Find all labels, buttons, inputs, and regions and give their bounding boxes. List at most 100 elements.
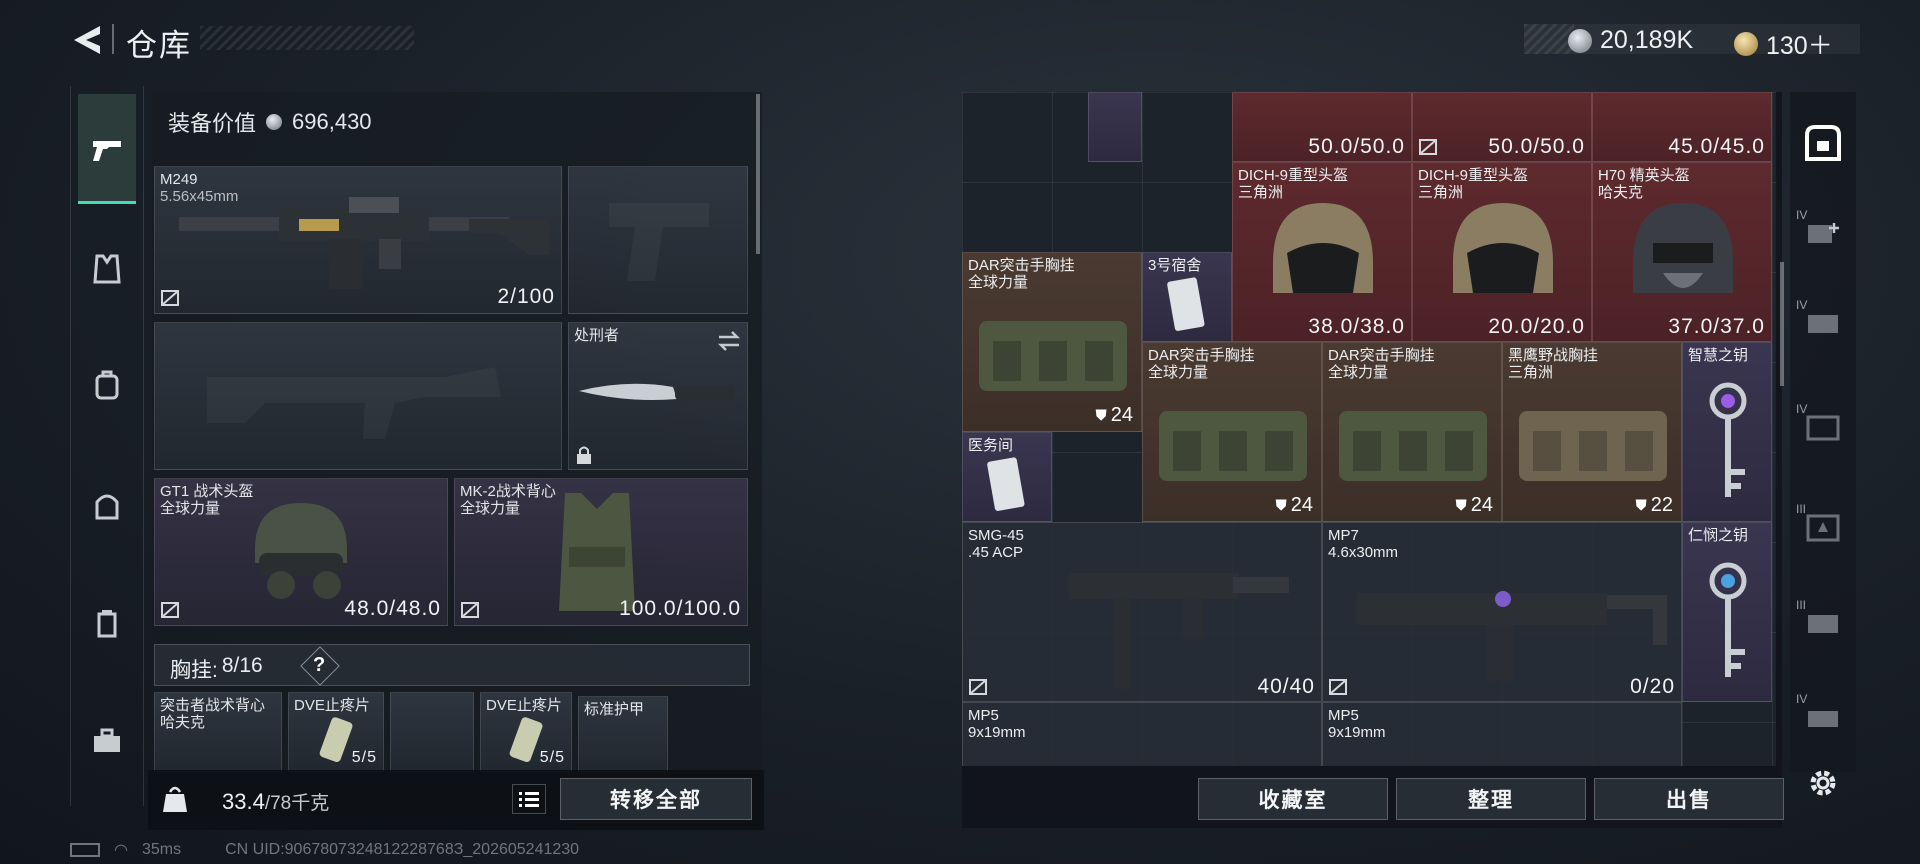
- weight-current: 33.4: [222, 789, 265, 814]
- storage-tab-6[interactable]: IV: [1796, 690, 1850, 744]
- storage-item-helmet[interactable]: 50.0/50.0: [1412, 92, 1592, 162]
- battery-icon: [70, 843, 100, 857]
- tab-tier: IV: [1796, 692, 1808, 706]
- ammo-case-icon: [1808, 615, 1838, 633]
- no-insurance-icon: [969, 679, 987, 695]
- rig-item-painkiller[interactable]: DVE止疼片 5/5: [288, 692, 384, 772]
- storage-item-helmet[interactable]: 50.0/50.0: [1232, 92, 1412, 162]
- swap-icon[interactable]: [717, 331, 741, 351]
- status-bar: ◠ 35ms CN UID:9067807324812228768З_20260…: [70, 840, 579, 860]
- sell-button[interactable]: 出售: [1594, 778, 1784, 820]
- item-name: DICH-9重型头盔: [1238, 167, 1349, 184]
- storage-item-smg[interactable]: MP5 9x19mm: [962, 702, 1322, 766]
- transfer-all-button[interactable]: 转移全部: [560, 778, 752, 820]
- rig-item-name: DVE止疼片: [294, 697, 370, 714]
- nav-tab-backpack[interactable]: [90, 368, 124, 402]
- key-image: [1709, 562, 1747, 677]
- armor-slot[interactable]: MK-2战术背心 全球力量 100.0/100.0: [454, 478, 748, 626]
- item-name: DAR突击手胸挂: [968, 257, 1075, 274]
- storage-tab-1[interactable]: IV: [1796, 206, 1850, 260]
- tab-tier: IV: [1796, 298, 1808, 312]
- storage-item-keycard[interactable]: 医务间: [962, 432, 1052, 522]
- silver-currency[interactable]: 20,189K: [1568, 26, 1693, 55]
- gold-currency[interactable]: 130＋: [1734, 26, 1833, 62]
- pistol-slot[interactable]: [568, 166, 748, 314]
- nav-tab-consumables[interactable]: [90, 606, 124, 640]
- armor-faction: 全球力量: [460, 500, 521, 517]
- storage-item-key[interactable]: 仁悯之钥: [1682, 522, 1772, 702]
- helmet-name: GT1 战术头盔: [160, 483, 254, 500]
- storage-item-chest-rig[interactable]: DAR突击手胸挂 全球力量 ⛊ 24: [1142, 342, 1322, 522]
- armor-class-icon: ⛊: [1095, 407, 1107, 424]
- storage-item-helmet[interactable]: DICH-9重型头盔 三角洲 38.0/38.0: [1232, 162, 1412, 342]
- storage-item-key[interactable]: [1088, 92, 1142, 162]
- item-tier-value: 24: [1110, 404, 1133, 426]
- helmet-faction: 全球力量: [160, 500, 221, 517]
- helmet-slot[interactable]: GT1 战术头盔 全球力量 48.0/48.0: [154, 478, 448, 626]
- nav-tab-bags[interactable]: [90, 488, 124, 522]
- settings-button[interactable]: [1796, 756, 1850, 810]
- backpack-icon: [95, 370, 119, 400]
- storage-tab-main[interactable]: [1796, 116, 1850, 170]
- toolbox-icon: [94, 728, 120, 752]
- storage-item-smg[interactable]: MP7 4.6x30mm 0/20: [1322, 522, 1682, 702]
- item-name: MP5: [968, 707, 999, 724]
- equipment-value: 装备价值 696,430: [168, 106, 372, 138]
- chest-rig-capacity: 8/16: [221, 654, 263, 677]
- silver-coin-icon: [1568, 28, 1592, 53]
- item-tier: ⛊ 24: [1275, 494, 1313, 517]
- storage-item-helmet[interactable]: H70 精英头盔 哈夫克 37.0/37.0: [1592, 162, 1772, 342]
- item-name: 医务间: [968, 437, 1014, 454]
- pistol-icon: [90, 132, 124, 166]
- melee-name: 处刑者: [574, 327, 620, 344]
- title-divider: [112, 24, 114, 54]
- rig-item-vest[interactable]: 突击者战术背心 哈夫克: [154, 692, 282, 772]
- item-label: SMG-45.45 ACP: [968, 527, 1024, 561]
- storage-tab-3[interactable]: IV: [1796, 400, 1850, 454]
- item-label: 黑鹰野战胸挂 三角洲: [1508, 347, 1598, 381]
- equipment-scrollbar[interactable]: [756, 94, 760, 254]
- gold-amount: 130＋: [1766, 32, 1833, 60]
- storage-item-helmet[interactable]: 45.0/45.0: [1592, 92, 1772, 162]
- storage-item-key[interactable]: 智慧之钥: [1682, 342, 1772, 522]
- sort-button[interactable]: 整理: [1396, 778, 1586, 820]
- storage-item-chest-rig[interactable]: 黑鹰野战胸挂 三角洲 ⛊ 22: [1502, 342, 1682, 522]
- secondary-weapon-slot[interactable]: [154, 322, 562, 470]
- rig-item-armor-plate[interactable]: 标准护甲: [578, 696, 668, 772]
- rifle-placeholder-icon: [207, 367, 501, 439]
- item-tier-value: 24: [1290, 494, 1313, 516]
- rig-item-label: 突击者战术背心 哈夫克: [160, 697, 265, 731]
- chest-rig-info: 胸挂: 8/16: [170, 654, 263, 684]
- rig-item-name: 突击者战术背心: [160, 697, 266, 714]
- bottle-icon: [97, 610, 117, 638]
- collection-room-button[interactable]: 收藏室: [1198, 778, 1388, 820]
- storage-scrollbar[interactable]: [1780, 262, 1784, 386]
- nav-tab-toolbox[interactable]: [90, 724, 124, 758]
- silver-coin-icon: [266, 114, 283, 130]
- helmet-image: [1273, 203, 1373, 293]
- rig-item-painkiller[interactable]: DVE止疼片 5/5: [480, 692, 572, 772]
- knife-image: [579, 383, 735, 401]
- storage-tab-4[interactable]: III: [1796, 500, 1850, 554]
- list-view-button[interactable]: [512, 784, 546, 814]
- storage-tab-5[interactable]: III: [1796, 596, 1850, 650]
- storage-item-keycard[interactable]: 3号宿舍: [1142, 252, 1232, 342]
- key-image: [1709, 382, 1747, 497]
- pistol-placeholder-icon: [609, 203, 709, 281]
- keycard-image: [987, 457, 1025, 511]
- rig-item-empty[interactable]: [390, 692, 474, 772]
- storage-item-chest-rig[interactable]: DAR突击手胸挂 全球力量 ⛊ 24: [962, 252, 1142, 432]
- storage-item-smg[interactable]: SMG-45.45 ACP 40/40: [962, 522, 1322, 702]
- title-decoration: [200, 26, 414, 50]
- nav-tab-armor[interactable]: [90, 252, 124, 286]
- no-insurance-icon: [1419, 139, 1437, 155]
- storage-item-smg[interactable]: MP5 9x19mm: [1322, 702, 1682, 766]
- melee-slot[interactable]: 处刑者: [568, 322, 748, 470]
- storage-item-chest-rig[interactable]: DAR突击手胸挂 全球力量 ⛊ 24: [1322, 342, 1502, 522]
- primary-weapon-slot[interactable]: M249 5.56x45mm 2/100: [154, 166, 562, 314]
- storage-item-helmet[interactable]: DICH-9重型头盔 三角洲 20.0/20.0: [1412, 162, 1592, 342]
- item-name: DICH-9重型头盔: [1418, 167, 1529, 184]
- back-icon[interactable]: [70, 22, 106, 58]
- ping-value: 35ms: [141, 841, 182, 858]
- storage-tab-2[interactable]: IV: [1796, 296, 1850, 350]
